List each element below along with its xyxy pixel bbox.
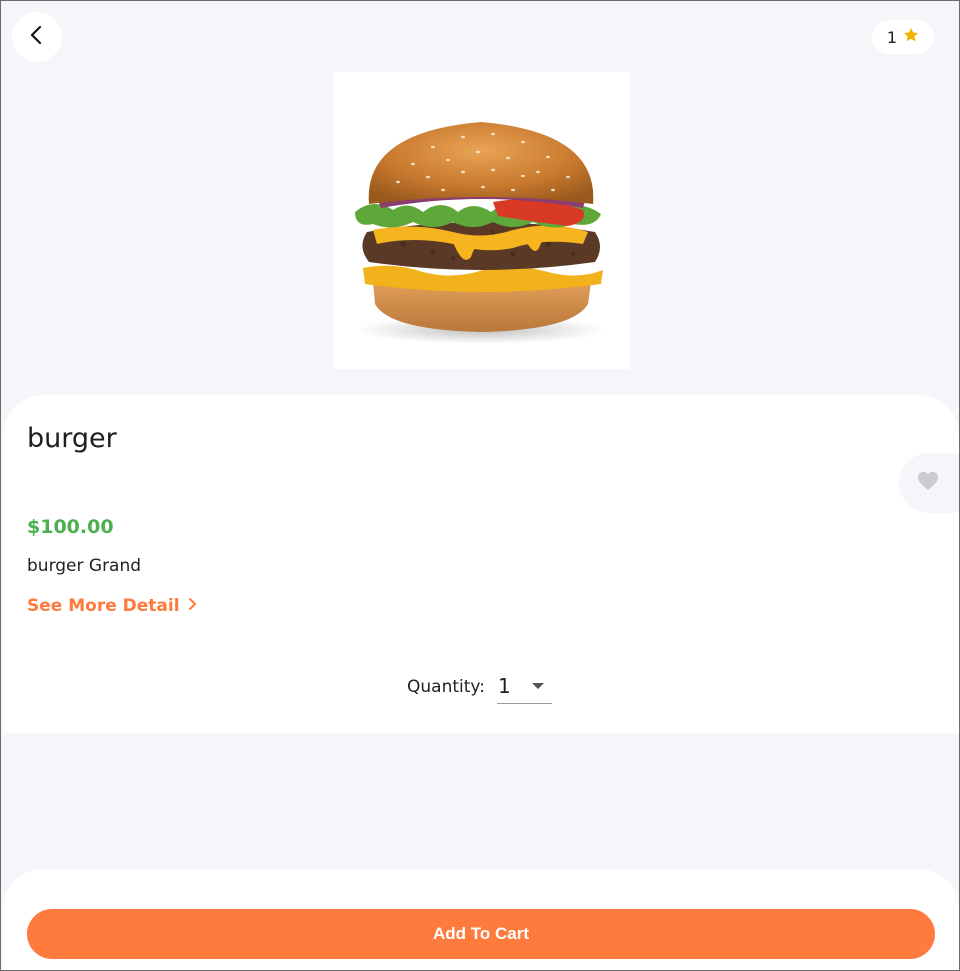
favorite-button[interactable] (899, 453, 959, 513)
quantity-select[interactable]: 1 (496, 669, 552, 704)
rating-badge[interactable]: 1 (871, 20, 934, 54)
product-price: $100.00 (27, 516, 114, 538)
add-to-cart-button[interactable]: Add To Cart (27, 909, 935, 959)
burger-image (333, 72, 630, 369)
chevron-left-icon (26, 24, 48, 50)
star-icon (902, 26, 920, 48)
quantity-row: Quantity: 1 (407, 669, 552, 704)
caret-down-icon (531, 683, 544, 689)
bottom-action-bar: Add To Cart (3, 869, 959, 970)
quantity-value: 1 (497, 674, 511, 698)
back-button[interactable] (12, 12, 62, 62)
chevron-right-icon (188, 596, 198, 616)
product-detail-screen: 1 burger $100.00 burger Grand See More D… (0, 0, 960, 971)
product-description: burger Grand (27, 556, 142, 576)
see-more-label: See More Detail (27, 596, 180, 616)
quantity-label: Quantity: (407, 676, 485, 697)
product-details-card: burger $100.00 burger Grand See More Det… (3, 395, 959, 733)
rating-count: 1 (886, 27, 897, 47)
see-more-detail-link[interactable]: See More Detail (27, 596, 198, 616)
product-name: burger (27, 423, 117, 454)
heart-icon (917, 471, 939, 495)
